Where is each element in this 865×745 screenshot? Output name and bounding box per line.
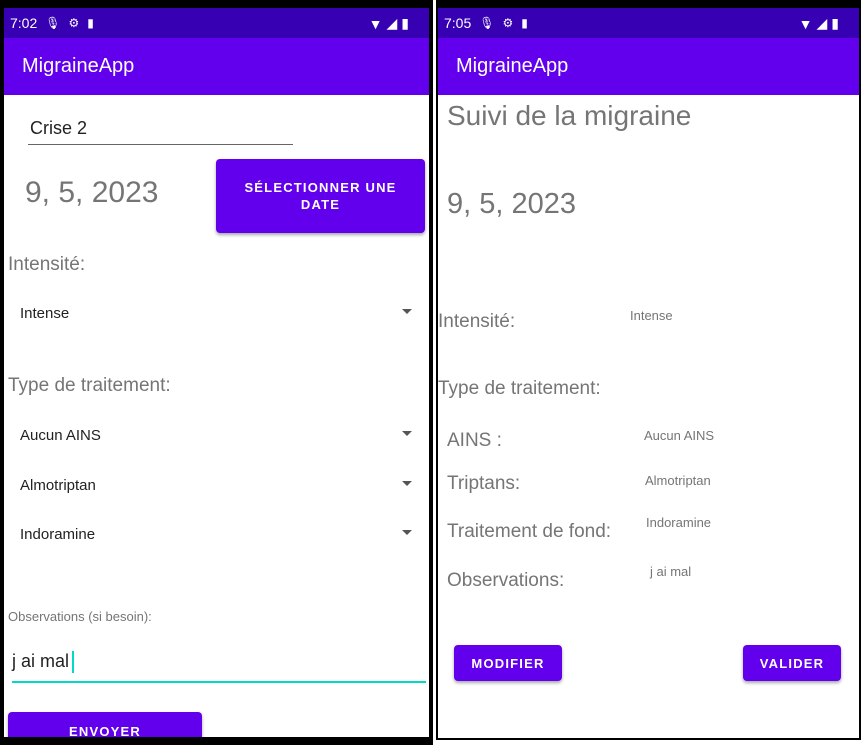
- intensity-value: Intense: [630, 308, 673, 323]
- triptan-value: Almotriptan: [20, 476, 96, 494]
- sd-card-icon: ▮: [521, 16, 528, 30]
- date-text: 9, 5, 2023: [447, 188, 576, 220]
- phone-screen-edit: 7:02 🎙 ⚙ ▮ ▼ ◢ ▮ MigraineApp Crise 2 9, …: [0, 0, 433, 745]
- observations-value: j ai mal: [12, 651, 70, 671]
- status-bar: 7:05 🎙 ⚙ ▮ ▼ ◢ ▮: [438, 8, 859, 38]
- ains-value: Aucun AINS: [644, 428, 715, 443]
- observations-input[interactable]: j ai mal: [12, 645, 426, 683]
- ains-dropdown[interactable]: Aucun AINS: [12, 420, 412, 450]
- date-text: 9, 5, 2023: [25, 176, 159, 209]
- intensity-dropdown[interactable]: Intense: [12, 298, 412, 328]
- validate-label: VALIDER: [759, 655, 825, 671]
- app-title: MigraineApp: [22, 55, 135, 77]
- dropdown-arrow-icon: [402, 481, 412, 486]
- treatment-type-label: Type de traitement:: [438, 378, 601, 399]
- status-time: 7:05: [444, 15, 472, 31]
- fond-value: Indoramine: [20, 525, 96, 543]
- battery-icon: ▮: [831, 15, 839, 31]
- triptans-label: Triptans:: [447, 473, 521, 494]
- intensity-value: Intense: [20, 304, 70, 322]
- triptan-dropdown[interactable]: Almotriptan: [12, 470, 412, 500]
- crisis-name-value: Crise 2: [30, 118, 88, 138]
- signal-icon: ◢: [386, 15, 398, 31]
- wifi-icon: ▼: [798, 15, 813, 32]
- intensity-label: Intensité:: [8, 254, 86, 275]
- app-title: MigraineApp: [456, 55, 569, 77]
- modify-label: MODIFIER: [471, 655, 545, 671]
- ains-value: Aucun AINS: [20, 426, 101, 444]
- crisis-name-field[interactable]: Crise 2: [28, 115, 293, 145]
- mic-icon: 🎙: [479, 16, 495, 30]
- app-bar: MigraineApp: [438, 38, 859, 95]
- wifi-icon: ▼: [368, 15, 383, 32]
- send-button[interactable]: ENVOYER: [8, 712, 202, 739]
- battery-icon: ▮: [401, 15, 409, 31]
- fond-label: Traitement de fond:: [447, 521, 612, 542]
- signal-icon: ◢: [816, 15, 828, 31]
- observations-label: Observations (si besoin):: [8, 609, 152, 624]
- text-cursor: [72, 651, 74, 673]
- page-heading: Suivi de la migraine: [447, 100, 692, 131]
- triptans-value: Almotriptan: [645, 473, 711, 488]
- phone-screen-summary: 7:05 🎙 ⚙ ▮ ▼ ◢ ▮ MigraineApp Suivi de la…: [436, 0, 861, 740]
- intensity-label: Intensité:: [438, 311, 516, 332]
- dropdown-arrow-icon: [402, 309, 412, 314]
- observations-value: j ai mal: [650, 564, 692, 579]
- status-time: 7:02: [10, 15, 38, 31]
- select-date-label: SÉLECTIONNER UNE DATE: [244, 180, 397, 212]
- mic-icon: 🎙: [45, 16, 61, 30]
- status-bar: 7:02 🎙 ⚙ ▮ ▼ ◢ ▮: [4, 8, 429, 38]
- dropdown-arrow-icon: [402, 431, 412, 436]
- dropdown-arrow-icon: [402, 530, 412, 535]
- settings-icon: ⚙: [68, 16, 80, 30]
- select-date-button[interactable]: SÉLECTIONNER UNE DATE: [216, 159, 425, 233]
- settings-icon: ⚙: [502, 16, 514, 30]
- ains-label: AINS :: [447, 430, 502, 451]
- fond-dropdown[interactable]: Indoramine: [12, 519, 412, 549]
- send-label: ENVOYER: [69, 724, 141, 739]
- treatment-type-label: Type de traitement:: [8, 375, 171, 396]
- modify-button[interactable]: MODIFIER: [454, 645, 562, 681]
- sd-card-icon: ▮: [87, 16, 94, 30]
- validate-button[interactable]: VALIDER: [743, 645, 841, 681]
- fond-value: Indoramine: [646, 515, 712, 530]
- app-bar: MigraineApp: [4, 38, 429, 95]
- observations-label: Observations:: [447, 570, 565, 591]
